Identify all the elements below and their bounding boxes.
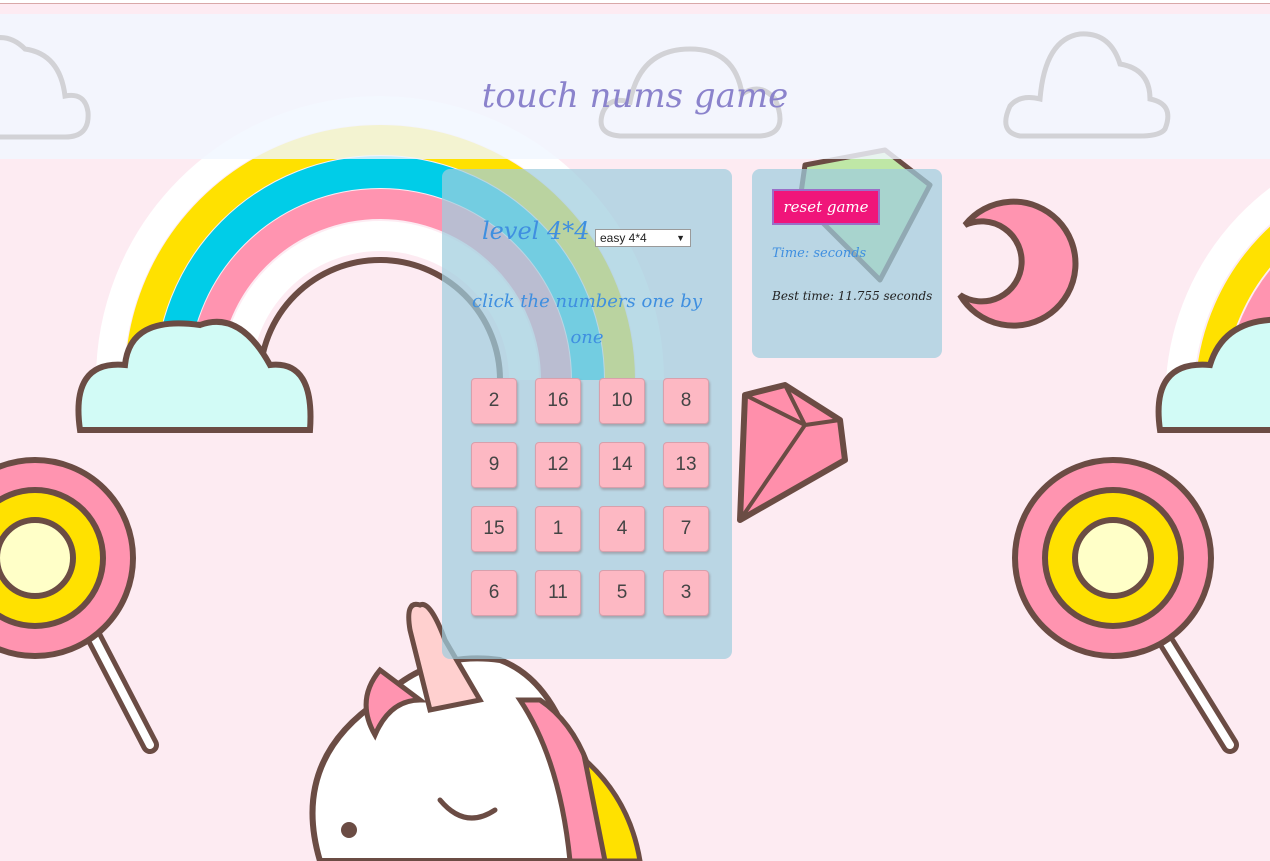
number-tile[interactable]: 6 [471,570,517,616]
header-banner: touch nums game [0,14,1270,159]
time-label: Time: seconds [772,246,867,261]
number-tile[interactable]: 2 [471,378,517,424]
number-tile[interactable]: 12 [535,442,581,488]
page-title: touch nums game [481,76,789,116]
level-select[interactable]: easy 4*4 ▼ [595,229,691,247]
chevron-down-icon: ▼ [676,233,685,243]
best-time-label: Best time: 11.755 seconds [772,289,933,303]
number-tile[interactable]: 4 [599,506,645,552]
reset-game-button[interactable]: reset game [772,189,880,225]
level-select-value: easy 4*4 [600,231,647,245]
instruction-text: click the numbers one by one [472,291,702,348]
number-tile[interactable]: 3 [663,570,709,616]
number-tile[interactable]: 10 [599,378,645,424]
number-tile[interactable]: 13 [663,442,709,488]
game-panel: level 4*4 easy 4*4 ▼ click the numbers o… [442,169,732,659]
number-tile[interactable]: 7 [663,506,709,552]
number-tile[interactable]: 14 [599,442,645,488]
number-tile[interactable]: 8 [663,378,709,424]
number-tile[interactable]: 16 [535,378,581,424]
number-tile[interactable]: 15 [471,506,517,552]
number-tile[interactable]: 5 [599,570,645,616]
number-tile[interactable]: 9 [471,442,517,488]
info-panel: reset game Time: seconds Best time: 11.7… [752,169,942,358]
level-title: level 4*4 [482,217,590,245]
number-tile[interactable]: 11 [535,570,581,616]
number-tile[interactable]: 1 [535,506,581,552]
